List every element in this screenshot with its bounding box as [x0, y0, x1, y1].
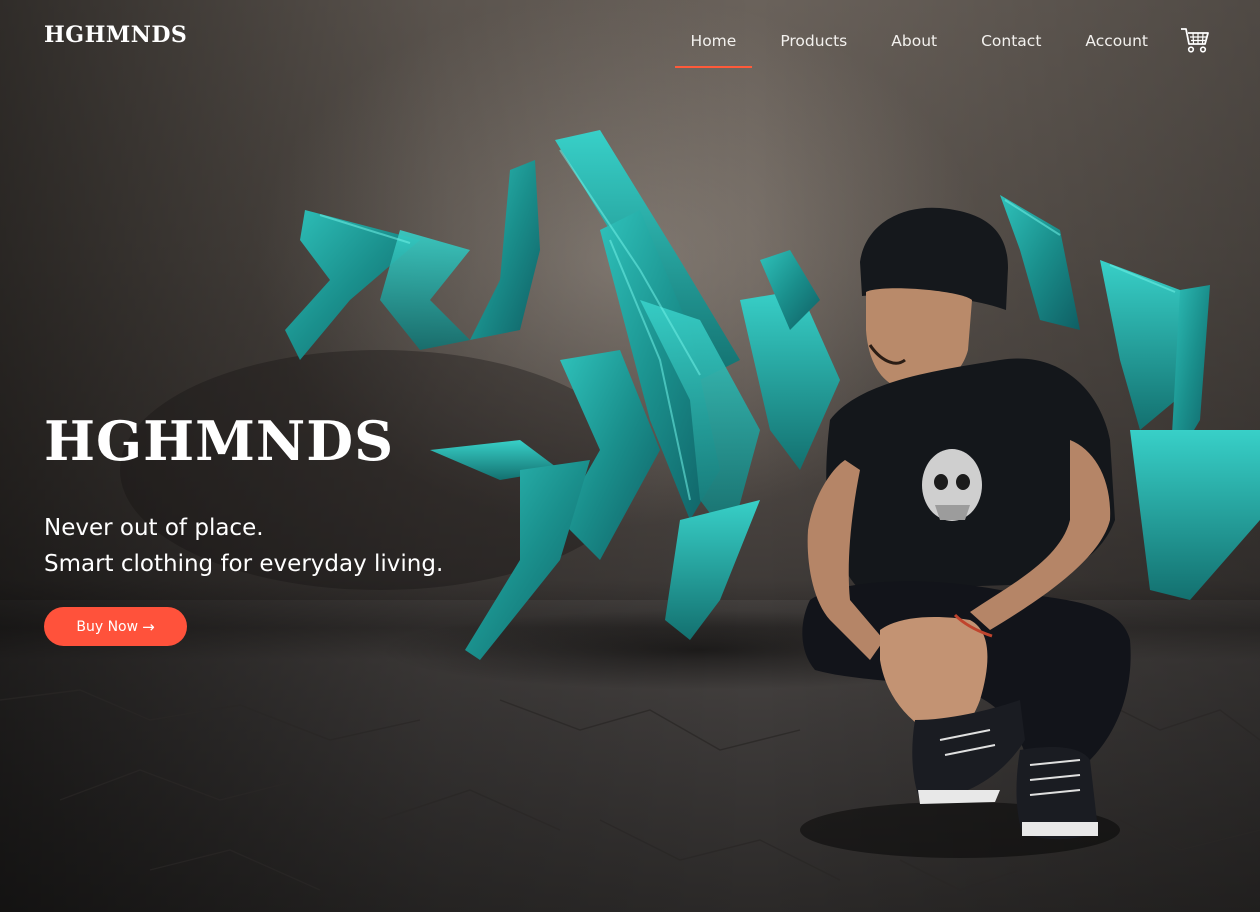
landing-page: HGHMNDS Home Products About Contact Acco… [0, 0, 1260, 912]
shirt-print [922, 449, 982, 521]
cart-icon[interactable] [1180, 26, 1210, 54]
nav-account[interactable]: Account [1085, 30, 1148, 62]
model-figure [800, 207, 1131, 858]
nav-home[interactable]: Home [674, 30, 753, 68]
brand-logo[interactable]: HGHMNDS [44, 22, 187, 48]
arrow-right-icon: → [142, 617, 155, 636]
hero-subtitle-line1: Never out of place. [44, 515, 264, 541]
main-nav: Home Products About Contact Account [647, 26, 1210, 68]
buy-now-label: Buy Now [76, 618, 139, 635]
hero-title: HGHMNDS [44, 409, 395, 473]
hero-subtitle: Never out of place. Smart clothing for e… [44, 510, 443, 582]
nav-about[interactable]: About [891, 30, 937, 62]
buy-now-button[interactable]: Buy Now → [44, 607, 187, 646]
hero-subtitle-line2: Smart clothing for everyday living. [44, 551, 444, 577]
nav-contact[interactable]: Contact [981, 30, 1041, 62]
nav-products[interactable]: Products [780, 30, 847, 62]
